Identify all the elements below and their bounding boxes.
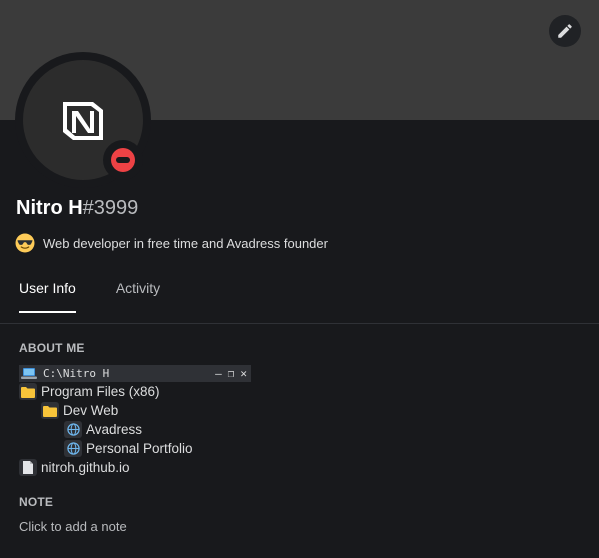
tree-item-personal-portfolio: Personal Portfolio bbox=[64, 440, 193, 457]
edit-profile-button[interactable] bbox=[549, 15, 581, 47]
globe-icon bbox=[64, 421, 82, 438]
avatar-wrapper[interactable] bbox=[15, 52, 151, 188]
tree-item-nitroh-github-io: nitroh.github.io bbox=[19, 459, 130, 476]
minimize-icon: – bbox=[215, 367, 222, 380]
sunglasses-emoji bbox=[15, 233, 35, 253]
globe-icon bbox=[64, 440, 82, 457]
terminal-title: C:\Nitro H bbox=[43, 367, 110, 380]
pencil-icon bbox=[558, 24, 572, 38]
tab-user-info[interactable]: User Info bbox=[19, 279, 76, 313]
tree-item-label: nitroh.github.io bbox=[41, 460, 130, 475]
note-heading: NOTE bbox=[19, 495, 54, 509]
custom-status: Web developer in free time and Avadress … bbox=[15, 233, 328, 253]
user-profile-card: Nitro H#3999 Web developer in free time … bbox=[0, 0, 599, 558]
tree-item-label: Personal Portfolio bbox=[86, 441, 193, 456]
custom-status-text: Web developer in free time and Avadress … bbox=[43, 235, 328, 251]
tree-item-avadress: Avadress bbox=[64, 421, 142, 438]
profile-tabs: User Info Activity bbox=[19, 279, 200, 313]
laptop-icon bbox=[21, 367, 37, 380]
do-not-disturb-icon bbox=[111, 148, 135, 172]
tree-item-program-files: Program Files (x86) bbox=[19, 383, 160, 400]
about-me-heading: ABOUT ME bbox=[19, 341, 85, 355]
notion-n-logo-icon bbox=[63, 102, 103, 140]
username[interactable]: Nitro H bbox=[16, 197, 83, 219]
tree-item-label: Dev Web bbox=[63, 403, 119, 418]
restore-icon: ❐ bbox=[227, 367, 235, 380]
note-input[interactable]: Click to add a note bbox=[19, 519, 127, 534]
tree-item-label: Avadress bbox=[86, 422, 143, 437]
username-row[interactable]: Nitro H#3999 bbox=[16, 196, 138, 220]
close-icon: ✕ bbox=[240, 367, 247, 380]
folder-icon bbox=[41, 402, 59, 419]
page-icon bbox=[19, 459, 37, 476]
tab-activity[interactable]: Activity bbox=[116, 279, 160, 313]
status-indicator bbox=[103, 140, 143, 180]
terminal-controls: – ❐ ✕ bbox=[215, 367, 247, 380]
tree-item-label: Program Files (x86) bbox=[41, 384, 160, 399]
terminal-title-bar: C:\Nitro H – ❐ ✕ bbox=[19, 365, 251, 382]
tree-item-dev-web: Dev Web bbox=[41, 402, 118, 419]
tabs-divider bbox=[0, 323, 599, 324]
discriminator[interactable]: #3999 bbox=[83, 197, 139, 219]
folder-icon bbox=[19, 383, 37, 400]
